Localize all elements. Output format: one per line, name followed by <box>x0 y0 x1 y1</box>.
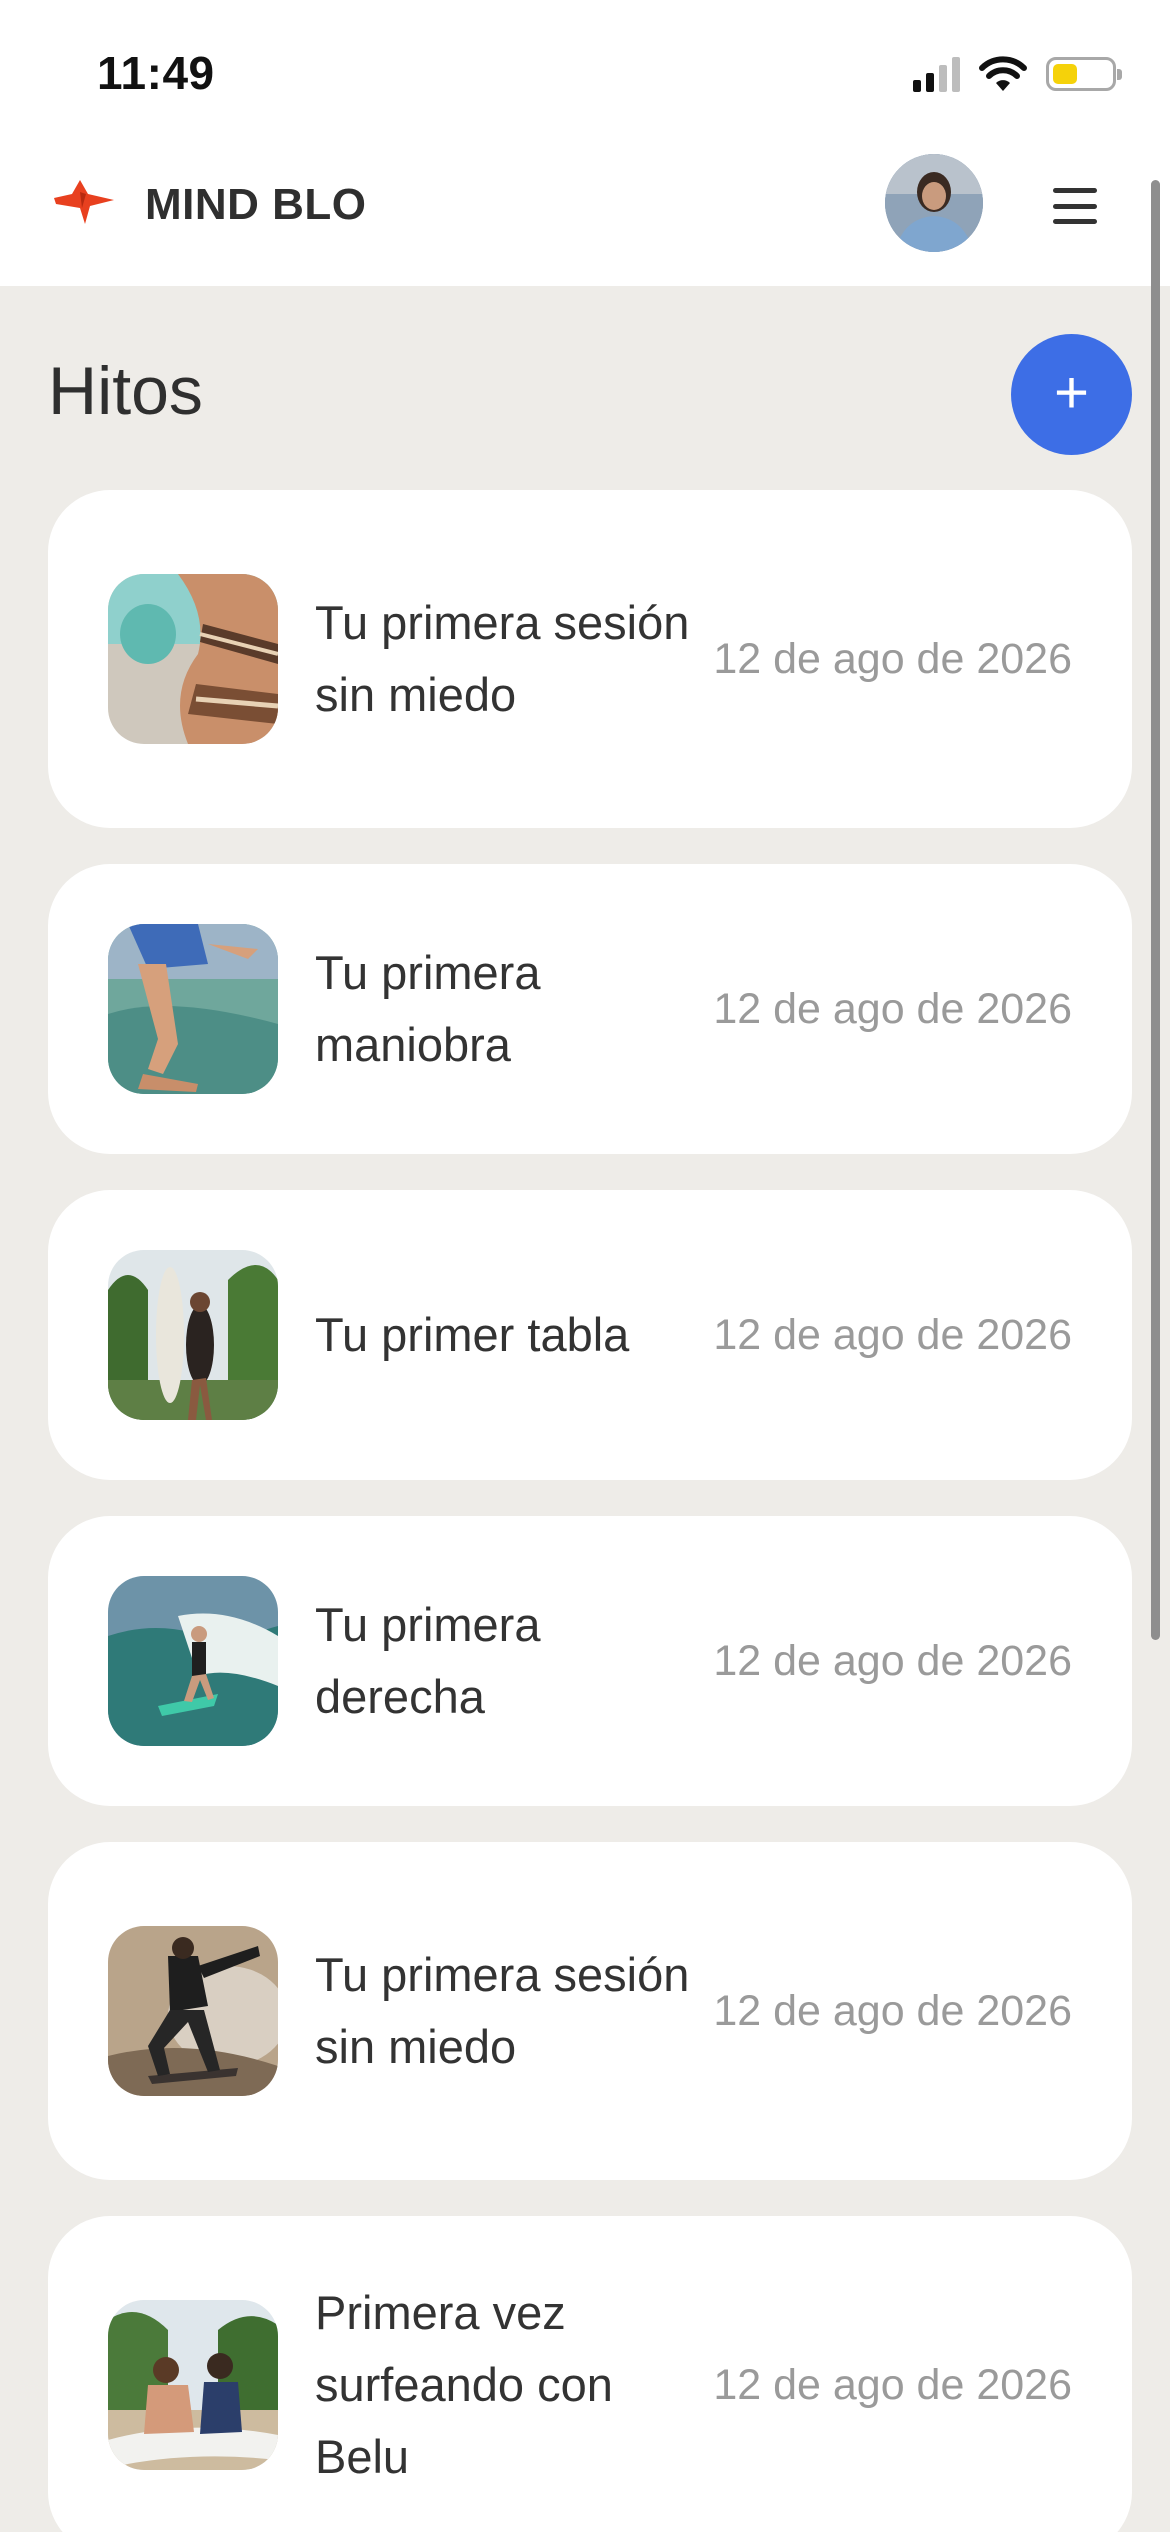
page-title: Hitos <box>48 353 203 429</box>
milestone-title: Tu primera maniobra <box>315 946 541 1071</box>
milestone-title: Tu primer tabla <box>315 1308 630 1361</box>
cellular-signal-icon <box>913 56 960 92</box>
scrollbar[interactable] <box>1151 180 1160 1640</box>
milestones-screen: 11:49 MIND BLO Hitos + Tu primera sesión… <box>0 0 1170 2532</box>
status-icons <box>913 52 1122 96</box>
app-header: MIND BLO <box>0 140 1170 286</box>
milestone-date: 12 de ago de 2026 <box>713 1636 1072 1685</box>
milestone-date: 12 de ago de 2026 <box>713 634 1072 683</box>
milestone-title: Tu primera derecha <box>315 1598 541 1723</box>
milestone-date: 12 de ago de 2026 <box>713 1986 1072 2035</box>
milestone-list: Tu primera sesión sin miedo 12 de ago de… <box>48 490 1132 2532</box>
milestone-card[interactable]: Primera vez surfeando con Belu 12 de ago… <box>48 2216 1132 2532</box>
milestone-title: Primera vez surfeando con Belu <box>315 2286 613 2483</box>
milestone-photo <box>108 1250 278 1420</box>
milestone-card[interactable]: Tu primer tabla 12 de ago de 2026 <box>48 1190 1132 1480</box>
milestone-photo <box>108 924 278 1094</box>
milestone-date: 12 de ago de 2026 <box>713 1310 1072 1359</box>
brand-name: MIND BLO <box>145 180 367 229</box>
milestone-card[interactable]: Tu primera sesión sin miedo 12 de ago de… <box>48 490 1132 828</box>
milestone-card[interactable]: Tu primera sesión sin miedo 12 de ago de… <box>48 1842 1132 2180</box>
user-avatar[interactable] <box>885 154 983 252</box>
status-bar: 11:49 <box>0 0 1170 140</box>
milestone-photo <box>108 574 278 744</box>
milestone-title: Tu primera sesión sin miedo <box>315 1948 690 2073</box>
milestone-photo <box>108 1576 278 1746</box>
milestone-photo <box>108 1926 278 2096</box>
milestone-photo <box>108 2300 278 2470</box>
wifi-icon <box>979 56 1027 91</box>
milestone-card[interactable]: Tu primera maniobra 12 de ago de 2026 <box>48 864 1132 1154</box>
manta-ray-logo-icon[interactable] <box>52 178 116 226</box>
add-milestone-button[interactable]: + <box>1011 334 1132 455</box>
milestone-title: Tu primera sesión sin miedo <box>315 596 690 721</box>
milestone-date: 12 de ago de 2026 <box>713 984 1072 1033</box>
hamburger-menu-icon[interactable] <box>1053 188 1097 224</box>
milestone-card[interactable]: Tu primera derecha 12 de ago de 2026 <box>48 1516 1132 1806</box>
status-time: 11:49 <box>97 47 215 99</box>
milestone-date: 12 de ago de 2026 <box>713 2360 1072 2409</box>
battery-icon <box>1046 57 1122 91</box>
